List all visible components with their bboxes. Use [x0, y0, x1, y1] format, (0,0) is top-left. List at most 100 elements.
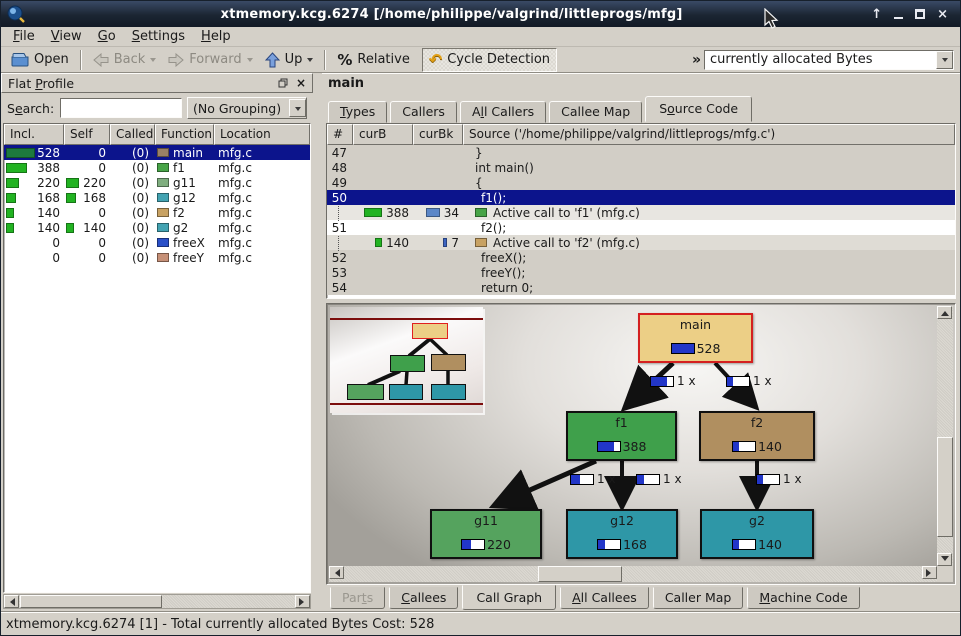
cost-bar	[732, 539, 756, 550]
tab-parts[interactable]: Parts	[330, 587, 385, 609]
relative-button[interactable]: % Relative	[331, 48, 415, 72]
toolbar-separator	[80, 50, 82, 70]
title-bar[interactable]: xtmemory.kcg.6274 [/home/philippe/valgri…	[1, 1, 960, 27]
dock-titlebar[interactable]: Flat Profile ×	[1, 73, 313, 93]
source-call-line[interactable]: 388 34 Active call to 'f1' (mfg.c)	[327, 205, 955, 220]
tab-all-callees[interactable]: All Callees	[560, 587, 649, 609]
graph-node-main[interactable]: main 528	[638, 313, 753, 363]
tab-call-graph[interactable]: Call Graph	[462, 585, 556, 610]
up-icon	[265, 52, 280, 68]
col-source[interactable]: Source ('/home/philippe/valgrind/littlep…	[463, 124, 955, 145]
back-dropdown-icon[interactable]	[150, 58, 156, 65]
table-row[interactable]: 140 0 (0) f2 mfg.c	[4, 205, 310, 220]
panel-splitter[interactable]	[313, 73, 322, 611]
grouping-combobox[interactable]: (No Grouping)	[187, 97, 307, 119]
scroll-left-icon[interactable]	[329, 566, 344, 579]
table-row[interactable]: 0 0 (0) freeX mfg.c	[4, 235, 310, 250]
col-curb[interactable]: curB	[353, 124, 413, 145]
source-line[interactable]: 52 freeX();	[327, 250, 955, 265]
scrollbar-thumb[interactable]	[538, 566, 622, 582]
source-line[interactable]: 54 return 0;	[327, 280, 955, 295]
app-icon	[7, 5, 26, 24]
graph-node-g2[interactable]: g2 140	[700, 509, 814, 559]
forward-button[interactable]: Forward	[162, 48, 258, 72]
menu-file[interactable]: File	[5, 28, 43, 45]
source-line[interactable]: 47 }	[327, 145, 955, 160]
tab-caller-map[interactable]: Caller Map	[653, 587, 744, 609]
open-button[interactable]: Open	[5, 48, 75, 72]
shade-button[interactable]: ↑	[871, 8, 882, 21]
minimize-button[interactable]	[894, 17, 903, 19]
event-type-combobox[interactable]: currently allocated Bytes	[704, 50, 954, 70]
float-dock-icon[interactable]	[278, 78, 288, 88]
graph-node-g11[interactable]: g11 220	[430, 509, 542, 559]
col-location[interactable]: Location	[214, 124, 310, 145]
tab-types[interactable]: Types	[328, 101, 387, 123]
maximize-button[interactable]	[915, 9, 925, 19]
graph-node-g12[interactable]: g12 168	[566, 509, 678, 559]
menu-help[interactable]: Help	[193, 28, 239, 45]
toolbar-separator	[324, 50, 326, 70]
toolbar-overflow-chevron[interactable]: »	[689, 52, 704, 68]
graph-node-f2[interactable]: f2 140	[699, 411, 815, 461]
source-line[interactable]: 53 freeY();	[327, 265, 955, 280]
scrollbar-thumb[interactable]	[937, 437, 953, 537]
graph-hscrollbar[interactable]	[329, 566, 937, 582]
tree-branch-icon	[338, 206, 339, 221]
scroll-down-icon[interactable]	[937, 553, 952, 566]
function-color-swatch	[157, 178, 169, 187]
back-button[interactable]: Back	[87, 48, 163, 72]
flat-profile-hscrollbar[interactable]	[3, 594, 311, 609]
source-line-selected[interactable]: 50 f1();	[327, 190, 955, 205]
menu-view[interactable]: View	[43, 28, 90, 45]
table-row[interactable]: 388 0 (0) f1 mfg.c	[4, 160, 310, 175]
table-row[interactable]: 528 0 (0) main mfg.c	[4, 145, 310, 160]
tab-callees[interactable]: Callees	[389, 587, 458, 609]
col-curbk[interactable]: curBk	[413, 124, 463, 145]
scroll-right-icon[interactable]	[922, 566, 937, 579]
source-line[interactable]: 49 {	[327, 175, 955, 190]
open-icon	[11, 52, 29, 67]
col-function[interactable]: Function	[155, 124, 214, 145]
source-line[interactable]: 48 int main()	[327, 160, 955, 175]
menu-settings[interactable]: Settings	[124, 28, 193, 45]
minimap-node-f2	[431, 354, 466, 371]
close-dock-icon[interactable]: ×	[296, 76, 306, 90]
graph-overview-minimap[interactable]	[330, 307, 483, 413]
scroll-left-icon[interactable]	[4, 595, 19, 608]
col-line-number[interactable]: #	[327, 124, 353, 145]
col-incl[interactable]: Incl.	[4, 124, 64, 145]
percent-icon: %	[337, 51, 352, 69]
callee-view-tabs: Parts Callees Call Graph All Callees Cal…	[330, 587, 864, 609]
grouping-dropdown-button[interactable]	[289, 99, 306, 117]
graph-node-f1[interactable]: f1 388	[566, 411, 677, 461]
up-dropdown-icon[interactable]	[307, 58, 313, 65]
scroll-up-icon[interactable]	[937, 306, 952, 319]
function-color-swatch	[157, 193, 169, 202]
tab-callers[interactable]: Callers	[390, 101, 457, 123]
table-row[interactable]: 168 168 (0) g12 mfg.c	[4, 190, 310, 205]
tab-callee-map[interactable]: Callee Map	[549, 101, 642, 123]
tab-source-code[interactable]: Source Code	[645, 96, 752, 122]
close-button[interactable]: ×	[937, 8, 948, 21]
col-called[interactable]: Called	[110, 124, 155, 145]
call-graph-view[interactable]: main 528 f1 388 f2 140 g11 220 g12 168	[326, 303, 956, 585]
scrollbar-thumb[interactable]	[20, 595, 162, 608]
graph-vscrollbar[interactable]	[937, 306, 953, 566]
search-input[interactable]	[60, 98, 182, 118]
flat-profile-table: Incl. Self Called Function Location 528 …	[3, 123, 311, 593]
col-self[interactable]: Self	[64, 124, 110, 145]
menu-go[interactable]: Go	[90, 28, 124, 45]
table-row[interactable]: 220 220 (0) g11 mfg.c	[4, 175, 310, 190]
source-line[interactable]: 51 f2();	[327, 220, 955, 235]
table-row[interactable]: 140 140 (0) g2 mfg.c	[4, 220, 310, 235]
up-button[interactable]: Up	[259, 48, 320, 72]
tab-all-callers[interactable]: All Callers	[460, 101, 546, 123]
scroll-right-icon[interactable]	[295, 595, 310, 608]
table-row[interactable]: 0 0 (0) freeY mfg.c	[4, 250, 310, 265]
cycle-detection-button[interactable]: ↶ Cycle Detection	[422, 48, 557, 72]
source-call-line[interactable]: 140 7 Active call to 'f2' (mfg.c)	[327, 235, 955, 250]
forward-dropdown-icon[interactable]	[247, 58, 253, 65]
combo-dropdown-button[interactable]	[936, 51, 953, 69]
tab-machine-code[interactable]: Machine Code	[747, 587, 859, 609]
